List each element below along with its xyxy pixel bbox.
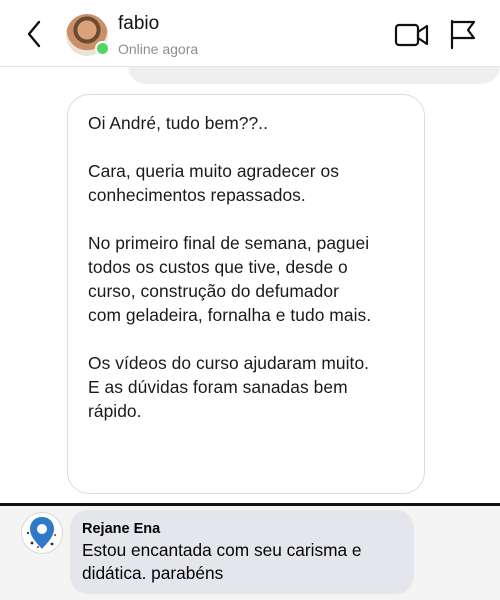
back-button[interactable] [20,18,48,50]
comment-line: didática. parabéns [82,563,224,583]
message-line: rápido. [88,401,142,421]
message-line [88,327,406,351]
message-line: com geladeira, fornalha e tudo mais. [88,305,372,325]
comment-line: Estou encantada com seu carisma e [82,540,362,560]
message-line: Os vídeos do curso ajudaram muito. [88,353,370,373]
comment-section: Rejane Ena Estou encantada com seu caris… [0,506,500,600]
video-call-button[interactable] [394,20,430,50]
message-line: No primeiro final de semana, paguei [88,233,370,253]
message-line: Cara, queria muito agradecer os [88,161,339,181]
commenter-avatar[interactable] [21,512,63,554]
commenter-name[interactable]: Rejane Ena [82,519,402,539]
chevron-left-icon [27,20,41,48]
chat-panel: fabio Online agora Oi André, tudo bem??.… [0,0,500,503]
message-line: todos os custos que tive, desde o [88,257,348,277]
message-line [88,135,406,159]
message-line: E as dúvidas foram sanadas bem [88,377,348,397]
report-button[interactable] [448,18,478,50]
contact-name[interactable]: fabio [118,13,159,35]
message-line: curso, construção do defumador [88,281,339,301]
message-bubble: Oi André, tudo bem??.. Cara, queria muit… [67,94,425,494]
video-camera-icon [394,23,429,47]
message-line: Oi André, tudo bem??.. [88,113,268,133]
flag-icon [450,19,476,50]
message-line [88,207,406,231]
comment-bubble: Rejane Ena Estou encantada com seu caris… [70,510,414,594]
chat-header: fabio Online agora [0,0,500,67]
contact-status: Online agora [118,41,199,57]
online-status-dot [95,41,110,56]
message-line: conhecimentos repassados. [88,185,306,205]
map-pin-icon [26,517,57,549]
